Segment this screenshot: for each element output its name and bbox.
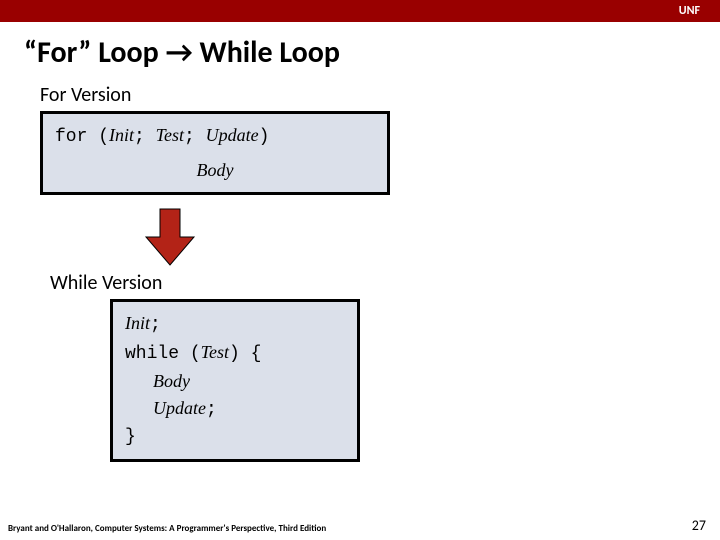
title-arrow-icon: → [166,34,193,71]
header-tag: UNF [679,4,700,18]
page-number: 27 [692,517,706,534]
for-update: Update [206,125,259,145]
while-init: Init [125,313,150,333]
for-semi1: ; [134,127,156,147]
while-update: Update [153,398,206,418]
title-quote-close: ” [78,34,91,71]
header-bar: UNF [0,0,720,22]
while-update-line: Update; [125,395,345,424]
while-rparen: ) [229,344,251,364]
for-version-label: For Version [0,83,720,107]
title-loop2: While Loop [193,34,340,71]
while-init-line: Init; [125,310,345,339]
while-version-label: While Version [0,271,720,295]
for-test: Test [156,125,184,145]
while-keyword: while [125,344,190,364]
while-code-box: Init; while (Test) { Body Update; } [110,299,360,462]
for-line-1: for (Init; Test; Update) [55,122,375,151]
for-rparen: ) [259,127,270,147]
title-loop1: Loop [91,34,165,71]
for-semi2: ; [184,127,206,147]
title-for: For [37,34,78,71]
for-body-line: Body [55,151,375,184]
while-init-semi: ; [150,315,161,335]
while-section: While Version Init; while (Test) { Body … [0,271,720,462]
slide-title: “For” Loop → While Loop [0,22,720,79]
for-lparen: ( [98,127,109,147]
while-body: Body [125,368,345,395]
title-quote-open: “ [24,34,37,71]
for-code-box: for (Init; Test; Update) Body [40,111,390,195]
while-lparen: ( [190,344,201,364]
footer-citation: Bryant and O'Hallaron, Computer Systems:… [8,523,326,534]
while-test-line: while (Test) { [125,339,345,368]
down-arrow-icon [140,207,200,267]
for-keyword: for [55,127,98,147]
while-update-semi: ; [206,400,217,420]
while-lbrace: { [251,344,262,364]
for-body: Body [197,160,234,180]
for-init: Init [109,125,134,145]
while-rbrace: } [125,424,345,451]
while-test: Test [201,342,229,362]
